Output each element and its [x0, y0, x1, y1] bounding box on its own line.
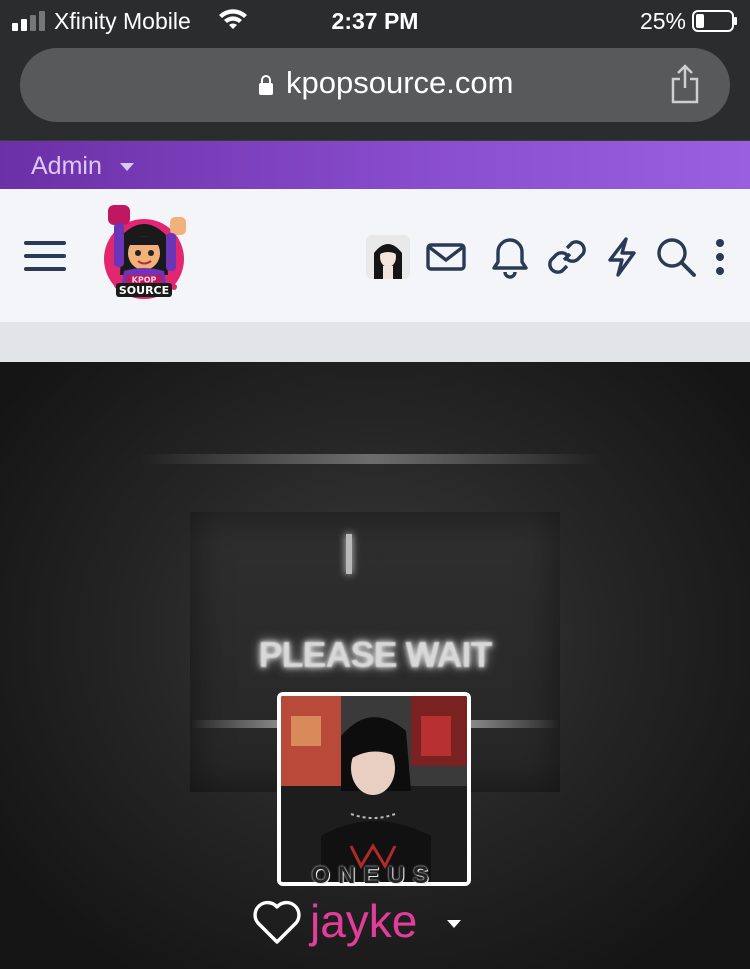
lightning-icon[interactable] — [600, 235, 644, 279]
site-logo[interactable]: KPOP SOURCE — [96, 195, 192, 307]
url-field[interactable]: kpopsource.com — [20, 48, 730, 122]
profile-picture-frame — [277, 692, 471, 886]
profile-picture[interactable]: ONEUS — [277, 692, 473, 889]
heart-icon[interactable] — [252, 898, 302, 946]
caret-down-icon[interactable] — [120, 163, 134, 171]
mail-icon[interactable] — [424, 235, 468, 279]
admin-menu-label[interactable]: Admin — [31, 152, 102, 181]
light-mark — [346, 534, 352, 574]
browser-address-bar: kpopsource.com — [0, 42, 750, 141]
cover-overlay-text: PLEASE WAIT — [258, 634, 492, 675]
bell-icon[interactable] — [488, 235, 532, 279]
svg-text:SOURCE: SOURCE — [119, 284, 169, 297]
more-icon[interactable] — [700, 235, 740, 279]
search-icon[interactable] — [654, 235, 698, 279]
share-icon[interactable] — [670, 64, 700, 104]
link-icon[interactable] — [545, 235, 589, 279]
clock: 2:37 PM — [331, 8, 419, 34]
admin-bar: Admin — [0, 141, 750, 189]
status-bar: Xfinity Mobile 2:37 PM 25% — [0, 0, 750, 42]
menu-icon[interactable] — [24, 239, 66, 273]
username[interactable]: jayke — [310, 894, 417, 948]
lock-icon — [259, 75, 273, 95]
header-separator — [0, 322, 750, 362]
battery-icon — [692, 10, 737, 32]
site-header: KPOP SOURCE — [0, 189, 750, 322]
light-streak — [140, 454, 600, 464]
battery-percent: 25% — [639, 8, 686, 34]
avatar[interactable] — [366, 235, 410, 279]
profile-picture-caption: ONEUS — [311, 862, 437, 889]
url-text: kpopsource.com — [286, 65, 514, 100]
profile-cover: PLEASE WAIT ONEUS jayke — [0, 362, 750, 969]
username-row: jayke — [0, 892, 750, 952]
caret-down-icon[interactable] — [447, 920, 461, 928]
profile-photo — [281, 696, 467, 882]
